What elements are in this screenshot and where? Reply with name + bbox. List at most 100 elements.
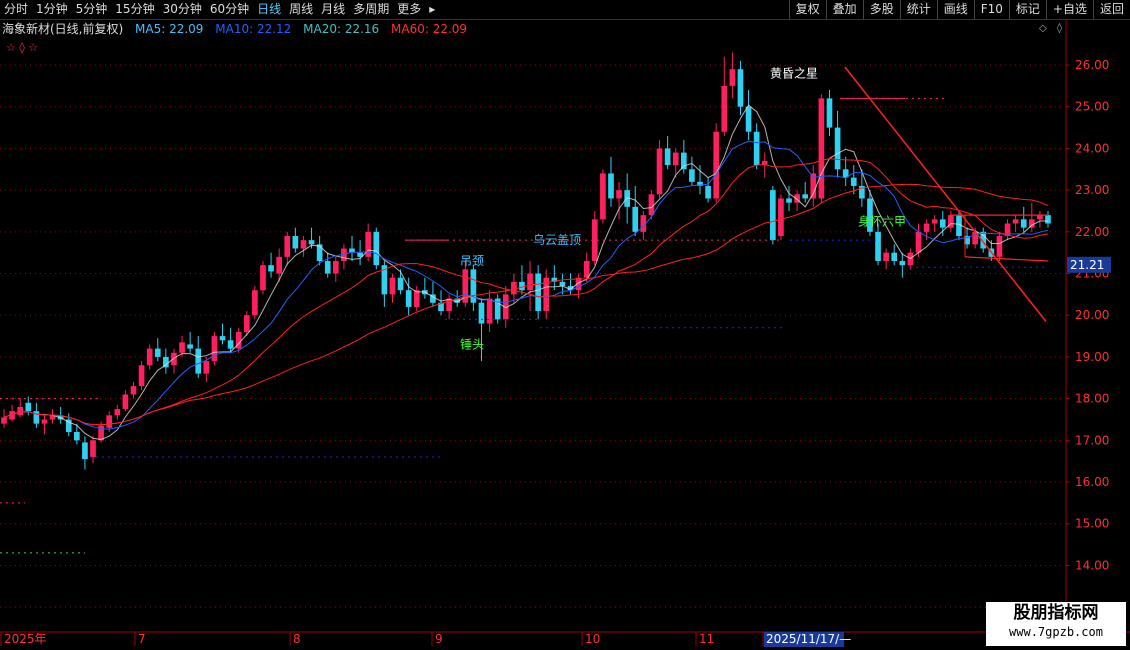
toolbar-action-2[interactable]: 多股: [862, 0, 900, 19]
candle-body-19: [154, 348, 161, 357]
candle-body-35: [284, 236, 291, 257]
candle-body-69: [559, 281, 566, 287]
watermark-title: 股朋指标网: [1013, 603, 1099, 623]
candle-body-128: [1037, 215, 1043, 220]
toolbar-action-7[interactable]: +自选: [1045, 0, 1093, 19]
candle-body-48: [389, 277, 396, 295]
y-tick-label-6: 20.00: [1075, 308, 1109, 322]
toolbar-action-1[interactable]: 叠加: [825, 0, 863, 19]
candle-body-21: [171, 352, 177, 366]
candle-body-59: [478, 302, 485, 324]
kline-chart[interactable]: 26.0025.0024.0023.0022.0021.0020.0019.00…: [0, 0, 1130, 650]
y-tick-label-4: 22.00: [1075, 225, 1109, 239]
candle-body-38: [308, 240, 315, 245]
candle-body-75: [608, 173, 614, 199]
candle-body-102: [826, 98, 833, 128]
period-tab-8[interactable]: 月线: [317, 0, 349, 19]
current-price-label: 21.21: [1070, 258, 1104, 272]
candle-body-126: [1020, 219, 1027, 228]
period-tab-9[interactable]: 多周期: [349, 0, 393, 19]
candle-body-103: [834, 127, 841, 170]
toolbar-action-8[interactable]: 返回: [1092, 0, 1130, 19]
candle-body-28: [227, 340, 234, 349]
candle-body-95: [770, 190, 776, 241]
candle-body-129: [1045, 215, 1051, 224]
candle-body-91: [737, 69, 744, 107]
pattern-label-0: 黄昏之星: [770, 66, 818, 80]
period-tab-3[interactable]: 15分钟: [111, 0, 158, 19]
candle-body-84: [680, 152, 687, 170]
candle-body-87: [705, 185, 711, 199]
x-tick-label-2: 8: [293, 632, 301, 646]
candle-body-34: [276, 256, 282, 274]
candle-body-116: [939, 219, 946, 228]
candle-body-96: [778, 198, 784, 236]
period-tab-0[interactable]: 分时: [0, 0, 32, 19]
candle-body-26: [211, 336, 218, 362]
y-tick-label-2: 24.00: [1075, 141, 1109, 155]
candle-body-101: [818, 98, 825, 199]
candle-body-31: [252, 290, 258, 316]
candle-body-81: [656, 148, 663, 195]
diamond-icon[interactable]: ◇: [1039, 23, 1047, 34]
candle-body-125: [1012, 219, 1019, 224]
candle-body-90: [729, 69, 736, 86]
indicator-bar: 海象新材(日线,前复权) MA5: 22.09 MA10: 22.12 MA20…: [0, 20, 473, 36]
y-tick-label-7: 19.00: [1075, 350, 1109, 364]
candle-body-3: [25, 402, 32, 412]
candle-body-65: [527, 273, 533, 291]
toolbar-action-6[interactable]: 标记: [1008, 0, 1046, 19]
candle-body-45: [365, 231, 372, 257]
y-tick-label-9: 17.00: [1075, 433, 1109, 447]
toolbar-action-4[interactable]: 画线: [936, 0, 974, 19]
period-tab-7[interactable]: 周线: [285, 0, 317, 19]
period-tab-6[interactable]: 日线: [253, 0, 285, 19]
diamond-small-icon[interactable]: ◊: [1057, 23, 1062, 34]
candle-body-99: [802, 194, 809, 199]
period-tab-5[interactable]: 60分钟: [206, 0, 253, 19]
ma5-label: MA5: 22.09: [135, 22, 204, 36]
candle-body-89: [721, 85, 728, 132]
x-tick-label-3: 9: [435, 632, 443, 646]
candle-body-17: [138, 365, 145, 387]
candle-body-109: [883, 252, 889, 262]
y-tick-label-1: 25.00: [1075, 100, 1109, 114]
candle-body-10: [82, 442, 88, 460]
period-tab-4[interactable]: 30分钟: [159, 0, 206, 19]
candle-body-2: [17, 406, 24, 416]
candle-body-74: [600, 173, 606, 220]
watermark-url: www.7gpzb.com: [1009, 625, 1103, 639]
candle-body-30: [243, 315, 250, 332]
x-tick-label-4: 10: [585, 632, 600, 646]
candle-body-11: [90, 440, 96, 458]
candle-body-49: [397, 277, 404, 291]
candle-body-63: [511, 281, 517, 295]
candle-body-18: [146, 348, 153, 366]
candle-body-85: [689, 169, 695, 182]
x-tick-label-1: 7: [138, 632, 146, 646]
candle-body-108: [875, 231, 881, 262]
stock-title[interactable]: 海象新材(日线,前复权): [2, 22, 123, 36]
toolbar-action-0[interactable]: 复权: [788, 0, 826, 19]
candle-body-5: [41, 419, 48, 424]
candle-body-0: [1, 417, 7, 424]
candle-body-80: [648, 194, 655, 216]
period-tabs: 分时 1分钟 5分钟 15分钟 30分钟 60分钟 日线 周线 月线 多周期 更多 ▸: [0, 0, 439, 19]
x-tick-label-5: 11: [699, 632, 714, 646]
period-tab-10[interactable]: 更多: [393, 0, 425, 19]
ma60-label: MA60: 22.09: [391, 22, 468, 36]
period-tab-1[interactable]: 1分钟: [32, 0, 72, 19]
candle-body-33: [268, 265, 274, 272]
ma20-line: [3, 158, 1049, 426]
candle-body-32: [260, 265, 266, 291]
candle-body-92: [745, 106, 752, 132]
toolbar: 分时 1分钟 5分钟 15分钟 30分钟 60分钟 日线 周线 月线 多周期 更多 ▸ 复权 叠加 多股统…: [0, 0, 1130, 20]
toolbar-action-5[interactable]: F10: [973, 0, 1009, 19]
period-tab-2[interactable]: 5分钟: [72, 0, 112, 19]
toolbar-action-3[interactable]: 统计: [899, 0, 937, 19]
more-arrow-icon[interactable]: ▸: [425, 0, 439, 19]
y-tick-label-10: 16.00: [1075, 475, 1109, 489]
x-tick-label-0: 2025年: [4, 632, 47, 646]
ma5-line: [3, 104, 1048, 441]
candle-body-40: [324, 261, 331, 274]
